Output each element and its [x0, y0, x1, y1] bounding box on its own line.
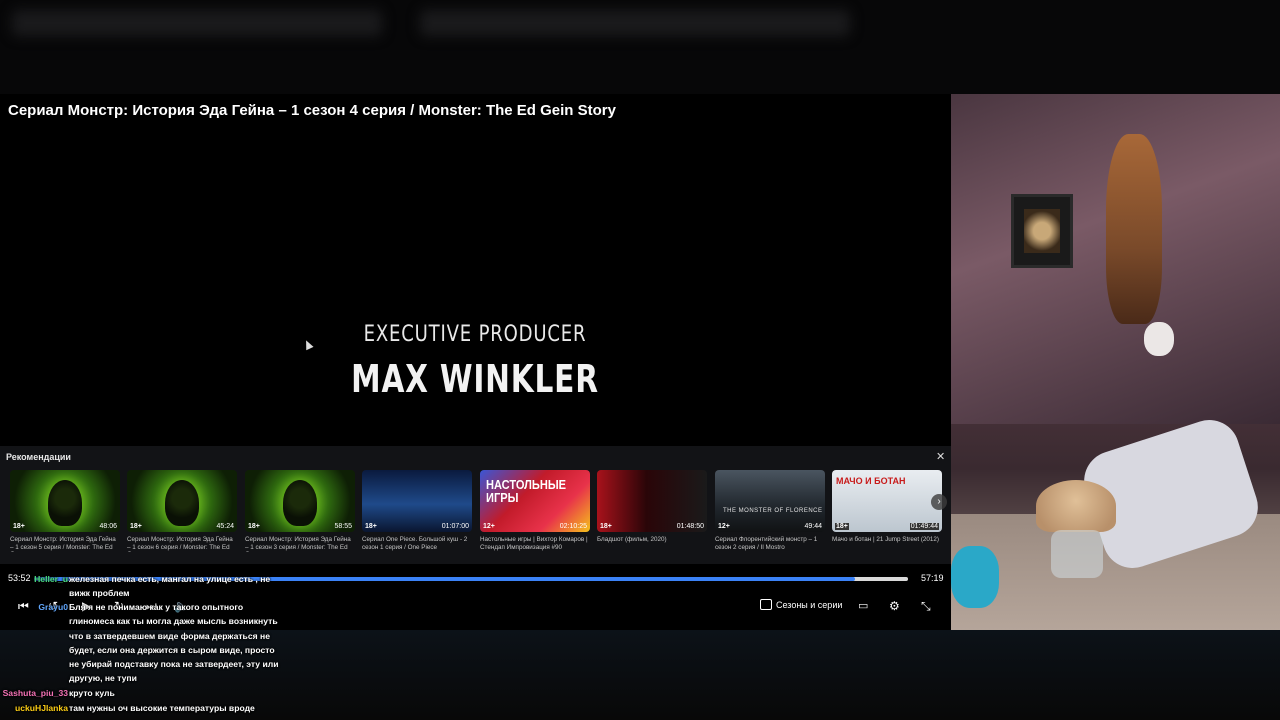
close-icon[interactable]: ✕	[936, 450, 945, 463]
age-rating: 18+	[248, 523, 260, 530]
thumbnail-text: THE MONSTER OF FLORENCE	[723, 508, 823, 514]
credit-role: EXECUTIVE PRODUCER	[363, 322, 587, 347]
recommendation-card[interactable]: НАСТОЛЬНЫЕ ИГРЫ 12+ 02:10:25 Настольные …	[480, 470, 590, 552]
video-title: Сериал Монстр: История Эда Гейна – 1 сез…	[8, 102, 616, 119]
recommendation-card[interactable]: 18+ 58:55 Сериал Монстр: История Эда Гей…	[245, 470, 355, 552]
age-rating: 12+	[483, 523, 495, 530]
thumbnail[interactable]: МАЧО И БОТАН 18+ 01:49:44	[832, 470, 942, 532]
subtitles-icon[interactable]: ▭	[858, 599, 868, 613]
current-time: 53:52	[8, 573, 31, 583]
age-rating: 18+	[835, 523, 849, 530]
settings-icon[interactable]: ⚙	[889, 599, 900, 613]
mask-figure	[283, 480, 317, 526]
credits-overlay: EXECUTIVE PRODUCER MAX WINKLER	[300, 322, 650, 401]
duration: 01:07:00	[441, 523, 469, 530]
blue-bowl	[951, 546, 999, 608]
mask-figure	[165, 480, 199, 526]
skip-back-icon[interactable]: ⏮	[18, 599, 29, 613]
chat-username: uckuHJlanka	[14, 703, 68, 713]
card-title[interactable]: Мачо и ботан | 21 Jump Street (2012)	[832, 536, 942, 552]
recommendation-card[interactable]: THE MONSTER OF FLORENCE 12+ 49:44 Сериал…	[715, 470, 825, 552]
credit-name: MAX WINKLER	[351, 357, 599, 401]
chat-text: круто куль	[69, 688, 115, 698]
thumbnail[interactable]: НАСТОЛЬНЫЕ ИГРЫ 12+ 02:10:25	[480, 470, 590, 532]
recommendation-card[interactable]: 18+ 01:48:50 Бладшот (фильм, 2020)	[597, 470, 707, 552]
card-title[interactable]: Настольные игры | Вихтор Комаров | Стенд…	[480, 536, 590, 552]
thumbnail[interactable]: 18+ 01:48:50	[597, 470, 707, 532]
chat-text: там нужны оч высокие температуры вроде	[69, 703, 255, 713]
thumbnail[interactable]: 18+ 45:24	[127, 470, 237, 532]
thumbnail[interactable]: 18+ 48:06	[10, 470, 120, 532]
webcam-feed	[951, 94, 1280, 630]
chat-username: Heller_u	[34, 574, 68, 584]
duration: 01:48:50	[676, 523, 704, 530]
card-title[interactable]: Сериал Монстр: История Эда Гейна – 1 сез…	[10, 536, 120, 552]
duration: 49:44	[804, 523, 822, 530]
clay-pot	[1036, 480, 1116, 532]
chat-username: Sashuta_piu_33	[2, 688, 68, 698]
age-rating: 18+	[13, 523, 25, 530]
recommendation-card[interactable]: 18+ 45:24 Сериал Монстр: История Эда Гей…	[127, 470, 237, 552]
duration: 45:24	[216, 523, 234, 530]
duration: 48:06	[99, 523, 117, 530]
seasons-label: Сезоны и серии	[776, 599, 843, 610]
card-title[interactable]: Сериал One Piece. Большой куш - 2 сезон …	[362, 536, 472, 552]
card-title[interactable]: Сериал Монстр: История Эда Гейна – 1 сез…	[127, 536, 237, 552]
age-rating: 12+	[718, 523, 730, 530]
hanging-fur	[1106, 134, 1162, 324]
blurred-header	[0, 0, 1280, 94]
thumbnail-text: НАСТОЛЬНЫЕ ИГРЫ	[486, 477, 567, 505]
picture-art	[1024, 209, 1060, 253]
age-rating: 18+	[600, 523, 612, 530]
glass-jar	[1051, 530, 1103, 578]
card-title[interactable]: Сериал Монстр: История Эда Гейна – 1 сез…	[245, 536, 355, 552]
duration: 02:10:25	[559, 523, 587, 530]
white-mask	[1144, 322, 1174, 356]
blurred-text	[420, 10, 850, 36]
seasons-button[interactable]: Сезоны и серии	[760, 599, 842, 610]
age-rating: 18+	[130, 523, 142, 530]
thumbnail[interactable]: 18+ 58:55	[245, 470, 355, 532]
duration: 58:55	[334, 523, 352, 530]
fullscreen-exit-icon[interactable]: ⤡	[921, 599, 931, 613]
recommendation-card[interactable]: 18+ 01:07:00 Сериал One Piece. Большой к…	[362, 470, 472, 552]
chat-text: железная печка есть, мангал на улице ест…	[69, 574, 271, 599]
card-title[interactable]: Бладшот (фильм, 2020)	[597, 536, 707, 552]
video-player[interactable]: Сериал Монстр: История Эда Гейна – 1 сез…	[0, 94, 951, 634]
recommendations-panel: Рекомендации ✕ 18+ 48:06 Сериал Монстр: …	[0, 446, 951, 564]
total-time: 57:19	[921, 573, 944, 583]
thumbnail-text: МАЧО И БОТАН	[836, 476, 906, 486]
thumbnail[interactable]: 18+ 01:07:00	[362, 470, 472, 532]
chat-username: Grayu0	[38, 602, 68, 612]
recommendations-heading: Рекомендации	[6, 452, 71, 462]
recommendation-card[interactable]: МАЧО И БОТАН 18+ 01:49:44 Мачо и ботан |…	[832, 470, 942, 552]
age-rating: 18+	[365, 523, 377, 530]
recommendation-card[interactable]: 18+ 48:06 Сериал Монстр: История Эда Гей…	[10, 470, 120, 552]
card-title[interactable]: Сериал Флорентийский монстр – 1 сезон 2 …	[715, 536, 825, 552]
wall-picture	[1011, 194, 1073, 268]
thumbnail[interactable]: THE MONSTER OF FLORENCE 12+ 49:44	[715, 470, 825, 532]
episodes-icon	[760, 599, 772, 610]
duration: 01:49:44	[909, 523, 939, 530]
mask-figure	[48, 480, 82, 526]
chat-text: Бля я не понимаю как у такого опытного г…	[69, 602, 279, 684]
blurred-text	[12, 10, 382, 36]
chevron-right-icon[interactable]: ›	[931, 494, 947, 510]
